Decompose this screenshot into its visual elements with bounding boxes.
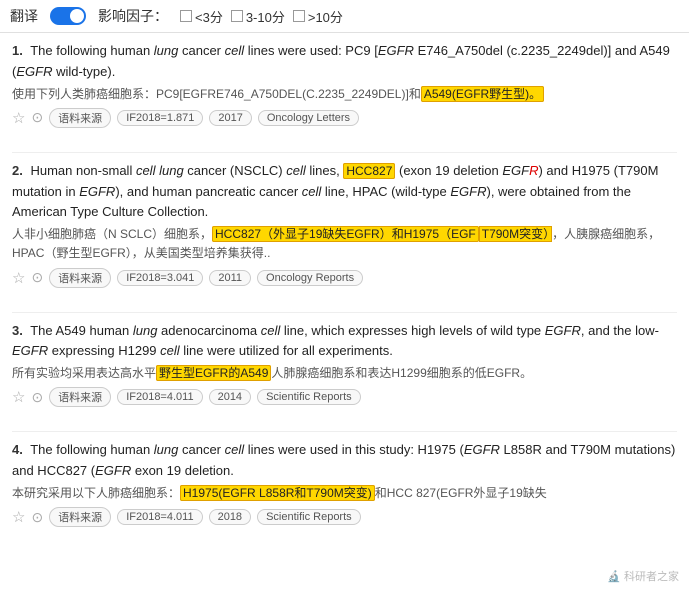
divider-2 xyxy=(12,312,677,313)
egfr-3a: EGFR xyxy=(545,323,581,338)
factor-item-high[interactable]: >10分 xyxy=(293,7,343,26)
star-icon-1[interactable]: ☆ xyxy=(12,109,25,127)
star-icon-4[interactable]: ☆ xyxy=(12,508,25,526)
tag-if-4: IF2018=4.011 xyxy=(117,509,202,525)
factor-filter-group: <3分 3-10分 >10分 xyxy=(180,7,343,26)
factor-checkbox-low[interactable] xyxy=(180,10,192,22)
tag-journal-2: Oncology Reports xyxy=(257,270,363,286)
factor-label: 影响因子： xyxy=(98,6,168,26)
tag-if-3: IF2018=4.011 xyxy=(117,389,202,405)
tag-year-3: 2014 xyxy=(209,389,251,405)
result-2-num: 2. xyxy=(12,163,23,178)
cell-4a: cell xyxy=(225,442,245,457)
results-container: 1. The following human lung cancer cell … xyxy=(0,33,689,559)
cell-2b: cell xyxy=(286,163,306,178)
tag-source-2[interactable]: 语料来源 xyxy=(49,268,111,288)
result-item-3: 3. The A549 human lung adenocarcinoma ce… xyxy=(12,321,677,416)
translate-label: 翻译 xyxy=(10,6,38,26)
result-1-cn: 使用下列人类肺癌细胞系：PC9[EGFRE746_A750DEL(C.2235_… xyxy=(12,85,677,104)
watermark-icon: 🔬 xyxy=(607,571,621,583)
tag-journal-4: Scientific Reports xyxy=(257,509,361,525)
watermark-text: 科研者之家 xyxy=(624,571,679,583)
egfr-3b: EGFR xyxy=(12,343,48,358)
result-item-1: 1. The following human lung cancer cell … xyxy=(12,41,677,136)
toggle-knob xyxy=(70,9,84,23)
result-2-cn: 人非小细胞肺癌（N SCLC）细胞系，HCC827（外显子19缺失EGFR）和H… xyxy=(12,225,677,263)
result-1-num: 1. xyxy=(12,43,23,58)
result-4-cn-highlight: H1975(EGFR L858R和T790M突变) xyxy=(180,485,375,501)
result-3-cn-highlight: 野生型EGFR的A549 xyxy=(156,365,271,381)
cell-3b: cell xyxy=(160,343,180,358)
egfr-4b: EGFR xyxy=(95,463,131,478)
cell-3a: cell xyxy=(261,323,281,338)
result-4-cn: 本研究采用以下人肺癌细胞系：H1975(EGFR L858R和T790M突变)和… xyxy=(12,484,677,503)
result-3-en: 3. The A549 human lung adenocarcinoma ce… xyxy=(12,321,677,363)
result-item-4: 4. The following human lung cancer cell … xyxy=(12,440,677,535)
result-4-tags: ☆ ⊙ 语料来源 IF2018=4.011 2018 Scientific Re… xyxy=(12,507,677,527)
lung-2: lung xyxy=(159,163,184,178)
translate-toggle[interactable] xyxy=(50,7,86,25)
divider-1 xyxy=(12,152,677,153)
cell-1: cell xyxy=(225,43,245,58)
egfr-2a2: R xyxy=(529,163,538,178)
tag-source-1[interactable]: 语料来源 xyxy=(49,108,111,128)
result-3-tags: ☆ ⊙ 语料来源 IF2018=4.011 2014 Scientific Re… xyxy=(12,387,677,407)
tag-year-4: 2018 xyxy=(209,509,251,525)
cell-2c: cell xyxy=(302,184,322,199)
result-1-tags: ☆ ⊙ 语料来源 IF2018=1.871 2017 Oncology Lett… xyxy=(12,108,677,128)
result-4-num: 4. xyxy=(12,442,23,457)
hcc827-highlight: HCC827 xyxy=(343,163,395,179)
top-bar: 翻译 影响因子： <3分 3-10分 >10分 xyxy=(0,0,689,33)
factor-label-low: <3分 xyxy=(195,7,223,26)
lung-3: lung xyxy=(133,323,158,338)
egfr-1b: EGFR xyxy=(16,64,52,79)
tag-if-1: IF2018=1.871 xyxy=(117,110,203,126)
tag-source-3[interactable]: 语料来源 xyxy=(49,387,111,407)
result-1-en: 1. The following human lung cancer cell … xyxy=(12,41,677,83)
egfr-2b: EGFR xyxy=(79,184,115,199)
tag-source-4[interactable]: 语料来源 xyxy=(49,507,111,527)
result-4-en: 4. The following human lung cancer cell … xyxy=(12,440,677,482)
tag-if-2: IF2018=3.041 xyxy=(117,270,203,286)
tag-year-2: 2011 xyxy=(209,270,251,286)
factor-label-mid: 3-10分 xyxy=(246,7,285,26)
result-2-cn-highlight2: T790M突变） xyxy=(479,226,552,242)
result-3-cn: 所有实验均采用表达高水平野生型EGFR的A549人肺腺癌细胞系和表达H1299细… xyxy=(12,364,677,383)
factor-checkbox-mid[interactable] xyxy=(231,10,243,22)
result-2-tags: ☆ ⊙ 语料来源 IF2018=3.041 2011 Oncology Repo… xyxy=(12,268,677,288)
cell-2a: cell xyxy=(136,163,156,178)
tag-year-1: 2017 xyxy=(209,110,251,126)
result-2-en: 2. Human non-small cell lung cancer (NSC… xyxy=(12,161,677,223)
refresh-icon-4[interactable]: ⊙ xyxy=(31,509,43,526)
refresh-icon-3[interactable]: ⊙ xyxy=(31,389,43,406)
egfr-4a: EGFR xyxy=(464,442,500,457)
egfr-1a: EGFR xyxy=(378,43,414,58)
result-3-num: 3. xyxy=(12,323,23,338)
result-item-2: 2. Human non-small cell lung cancer (NSC… xyxy=(12,161,677,296)
star-icon-2[interactable]: ☆ xyxy=(12,269,25,287)
tag-journal-1: Oncology Letters xyxy=(258,110,359,126)
watermark: 🔬 科研者之家 xyxy=(607,568,679,584)
lung-1: lung xyxy=(154,43,179,58)
tag-journal-3: Scientific Reports xyxy=(257,389,361,405)
refresh-icon-2[interactable]: ⊙ xyxy=(31,269,43,286)
result-2-cn-highlight: HCC827（外显子19缺失EGFR）和H1975（EGF xyxy=(212,226,479,242)
factor-label-high: >10分 xyxy=(308,7,343,26)
egfr-2a: EGF xyxy=(502,163,529,178)
egfr-2c: EGFR xyxy=(450,184,486,199)
divider-3 xyxy=(12,431,677,432)
factor-item-mid[interactable]: 3-10分 xyxy=(231,7,285,26)
result-1-cn-highlight: A549(EGFR野生型)。 xyxy=(421,86,544,102)
refresh-icon-1[interactable]: ⊙ xyxy=(31,109,43,126)
lung-4: lung xyxy=(154,442,179,457)
factor-item-low[interactable]: <3分 xyxy=(180,7,223,26)
factor-checkbox-high[interactable] xyxy=(293,10,305,22)
star-icon-3[interactable]: ☆ xyxy=(12,388,25,406)
